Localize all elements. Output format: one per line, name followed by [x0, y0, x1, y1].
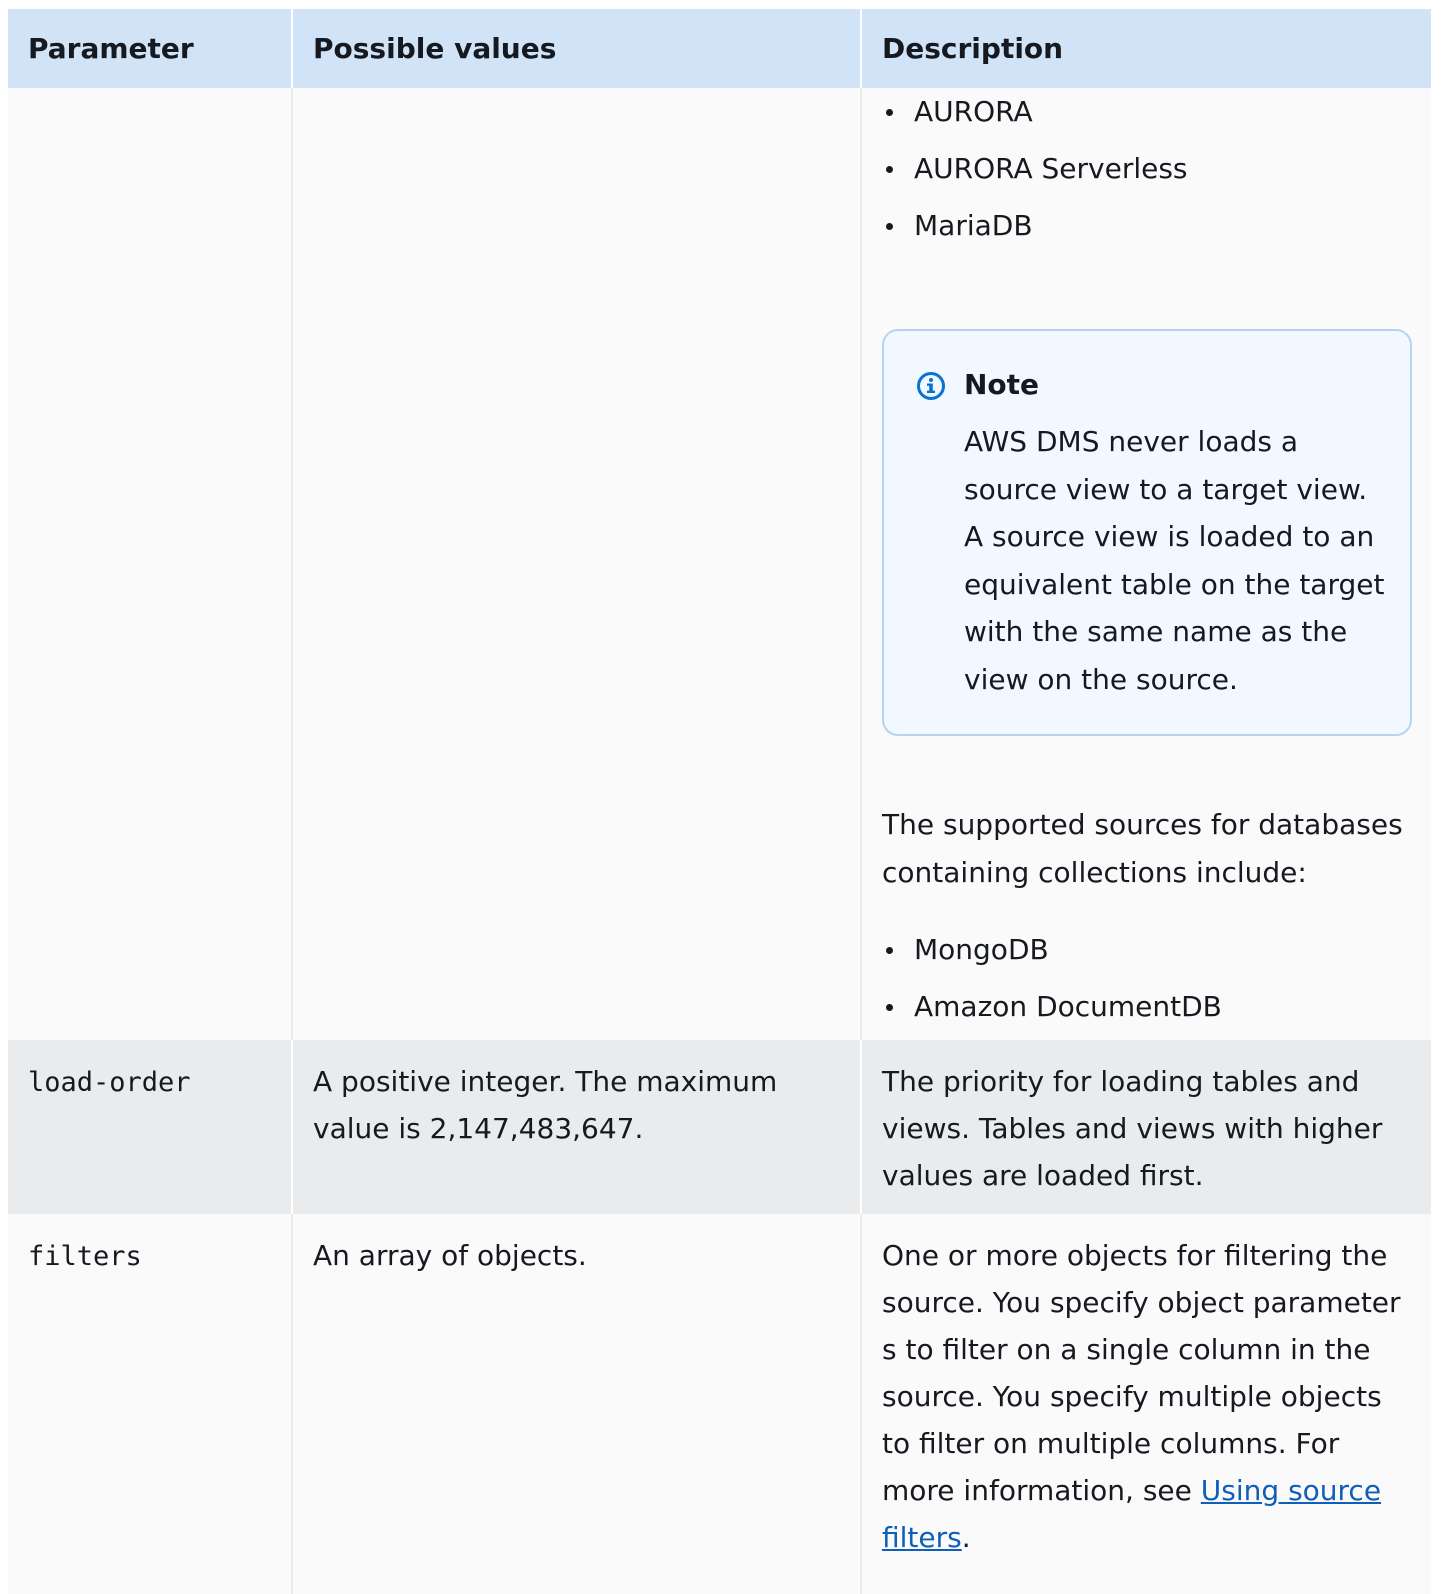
parameters-table: Parameter Possible values Description AU…	[8, 9, 1431, 1594]
header-parameter: Parameter	[8, 9, 292, 88]
list-item: AURORA	[882, 88, 1413, 145]
header-description: Description	[860, 9, 1431, 88]
cell-description-continuation: AURORA AURORA Serverless MariaDB Note AW…	[860, 88, 1431, 1040]
list-item: AURORA Serverless	[882, 145, 1413, 202]
cell-parameter: filters	[8, 1214, 292, 1594]
table-row-continuation: AURORA AURORA Serverless MariaDB Note AW…	[8, 88, 1431, 1040]
note-text: AWS DMS never loads a source view to a t…	[964, 425, 1385, 696]
collection-source-list: MongoDB Amazon DocumentDB	[882, 926, 1413, 1040]
cell-possible-values: A positive integer. The maximum value is…	[291, 1040, 861, 1214]
cell-parameter: load-order	[8, 1040, 292, 1214]
cell-parameter-empty	[8, 88, 292, 1040]
note-callout: Note AWS DMS never loads a source view t…	[882, 329, 1412, 736]
parameter-name: filters	[28, 1241, 142, 1272]
cell-possible-values: An array of objects.	[291, 1214, 861, 1594]
description-text: One or more objects for filtering the so…	[882, 1239, 1401, 1507]
page: Parameter Possible values Description AU…	[0, 0, 1448, 1594]
table-row: filters An array of objects. One or more…	[8, 1214, 1431, 1594]
header-possible-values: Possible values	[291, 9, 861, 88]
description-text-end: .	[961, 1521, 971, 1554]
source-engine-list: AURORA AURORA Serverless MariaDB	[882, 88, 1413, 259]
note-title: Note	[964, 368, 1040, 401]
table-header-row: Parameter Possible values Description	[8, 9, 1431, 88]
cell-values-empty	[291, 88, 861, 1040]
table-row: load-order A positive integer. The maxim…	[8, 1040, 1431, 1214]
cell-description: One or more objects for filtering the so…	[860, 1214, 1431, 1594]
parameter-name: load-order	[28, 1067, 191, 1098]
info-circle-icon	[917, 372, 945, 400]
list-item: Amazon DocumentDB	[882, 983, 1413, 1040]
cell-description: The priority for loading tables and view…	[860, 1040, 1431, 1214]
collections-sources-paragraph: The supported sources for databases cont…	[882, 808, 1403, 889]
list-item: MongoDB	[882, 926, 1413, 983]
list-item: MariaDB	[882, 202, 1413, 259]
